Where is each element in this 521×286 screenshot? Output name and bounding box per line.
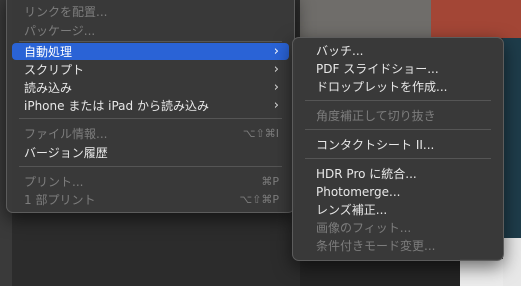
menu-separator [19,118,282,119]
chevron-right-icon: › [273,62,279,77]
submenu-item-conditional-mode-change: 条件付きモード変更... [298,237,498,254]
menu-item-label: パッケージ... [24,24,96,38]
submenu-item-crop-and-straighten: 角度補正して切り抜き [298,107,498,124]
menu-item-label: ファイル情報... [24,127,108,141]
menu-separator [305,129,491,130]
menu-item-label: 角度補正して切り抜き [316,109,436,123]
menu-item-label: スクリプト [24,63,85,77]
submenu-item-pdf-slideshow[interactable]: PDF スライドショー... [298,60,498,77]
menu-item-label: Photomerge... [316,184,401,199]
menu-item-label: 読み込み [24,81,73,95]
submenu-item-create-droplet[interactable]: ドロップレットを作成... [298,78,498,95]
menu-separator [19,166,282,167]
menu-item-label: バッチ... [316,44,364,58]
menu-item-shortcut: ⌥⇧⌘P [239,193,279,206]
menu-item-label: 自動処理 [24,45,73,59]
menu-item-label: 画像のフィット... [316,221,412,235]
background-photo-strip [503,38,521,238]
menu-item-automate[interactable]: 自動処理 › [12,43,289,60]
menu-item-label: レンズ補正... [316,203,388,217]
chevron-right-icon: › [273,98,279,113]
menu-item-scripts[interactable]: スクリプト › [12,61,289,78]
menu-item-label: プリント... [24,175,84,189]
submenu-item-lens-correction[interactable]: レンズ補正... [298,201,498,218]
background-canvas-strip [503,238,521,286]
submenu-item-merge-to-hdr[interactable]: HDR Pro に統合... [298,165,498,182]
menu-item-label: バージョン履歴 [24,146,108,160]
chevron-right-icon: › [273,80,279,95]
submenu-item-fit-image: 画像のフィット... [298,219,498,236]
menu-item-import-from-iphone[interactable]: iPhone または iPad から読み込み › [12,97,289,114]
menu-item-version-history[interactable]: バージョン履歴 [12,144,289,161]
background-photo [300,0,521,38]
menu-item-package: パッケージ... [12,22,289,39]
menu-item-label: リンクを配置... [24,5,108,19]
submenu-item-photomerge[interactable]: Photomerge... [298,183,498,200]
submenu-item-batch[interactable]: バッチ... [298,42,498,59]
menu-item-label: コンタクトシート II... [316,138,435,152]
menu-item-label: PDF スライドショー... [316,62,439,76]
background-area [300,259,503,286]
chevron-right-icon: › [273,44,279,59]
menu-separator [305,100,491,101]
menu-item-print-one-copy: 1 部プリント ⌥⇧⌘P [12,191,289,208]
menu-item-print: プリント... ⌘P [12,173,289,190]
menu-item-place-linked: リンクを配置... [12,3,289,20]
menu-item-label: ドロップレットを作成... [316,80,448,94]
file-menu: リンクを配置... パッケージ... 自動処理 › スクリプト › 読み込み ›… [6,0,295,213]
menu-item-shortcut: ⌥⇧⌘I [242,127,279,140]
menu-item-label: 1 部プリント [24,193,96,207]
submenu-item-contact-sheet[interactable]: コンタクトシート II... [298,136,498,153]
menu-item-import[interactable]: 読み込み › [12,79,289,96]
menu-item-shortcut: ⌘P [261,175,279,188]
menu-item-label: iPhone または iPad から読み込み [24,99,209,113]
automate-submenu: バッチ... PDF スライドショー... ドロップレットを作成... 角度補正… [292,37,504,261]
menu-item-file-info: ファイル情報... ⌥⇧⌘I [12,125,289,142]
menu-separator [305,158,491,159]
menu-separator [19,41,282,42]
menu-item-label: 条件付きモード変更... [316,239,436,253]
menu-item-label: HDR Pro に統合... [316,167,417,181]
